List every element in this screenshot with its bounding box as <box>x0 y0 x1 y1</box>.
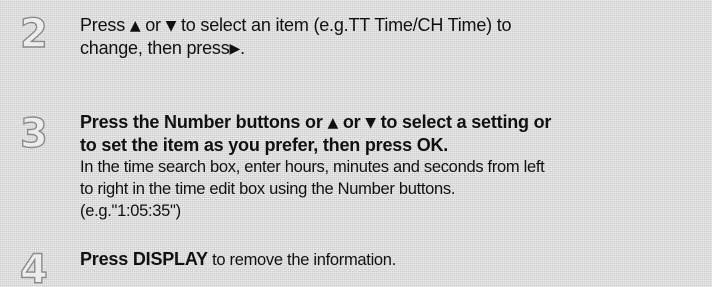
step-2-number: 2 <box>19 11 48 57</box>
right-arrow-icon: ▶ <box>229 41 241 57</box>
step-3-text-1: Press the Number buttons or <box>80 112 328 132</box>
down-arrow-icon: ▼ <box>165 18 177 34</box>
step-2-text-4: change, then press <box>80 38 230 58</box>
step-4-instruction: Press DISPLAY to remove the information. <box>80 249 710 271</box>
down-arrow-icon: ▼ <box>365 115 376 131</box>
step-2-text-3: to select an item (e.g.TT Time/CH Time) … <box>176 15 512 35</box>
step-3-detail-2: to right in the time edit box using the … <box>80 180 456 198</box>
step-4-text-rest: to remove the information. <box>207 251 396 269</box>
step-4-text-bold: Press DISPLAY <box>80 249 208 269</box>
step-3-number: 3 <box>19 111 48 157</box>
up-arrow-icon: ▲ <box>129 18 141 34</box>
step-4-number: 4 <box>20 250 48 287</box>
step-3-text-4: to set the item as you prefer, then pres… <box>80 135 449 155</box>
step-2-instruction: Press ▲ or ▼ to select an item (e.g.TT T… <box>80 15 710 61</box>
step-3-detail-3: (e.g."1:05:35") <box>80 202 181 220</box>
up-arrow-icon: ▲ <box>327 115 339 131</box>
step-3-detail-1: In the time search box, enter hours, min… <box>80 158 545 176</box>
step-3-text-3: to select a setting or <box>375 112 552 132</box>
step-2-text-2: or <box>140 15 166 35</box>
step-2-text-1: Press <box>80 15 130 35</box>
step-3-instruction: Press the Number buttons or ▲ or ▼ to se… <box>80 112 710 222</box>
step-3-text-2: or <box>338 112 366 132</box>
step-2-text-5: . <box>240 38 245 58</box>
